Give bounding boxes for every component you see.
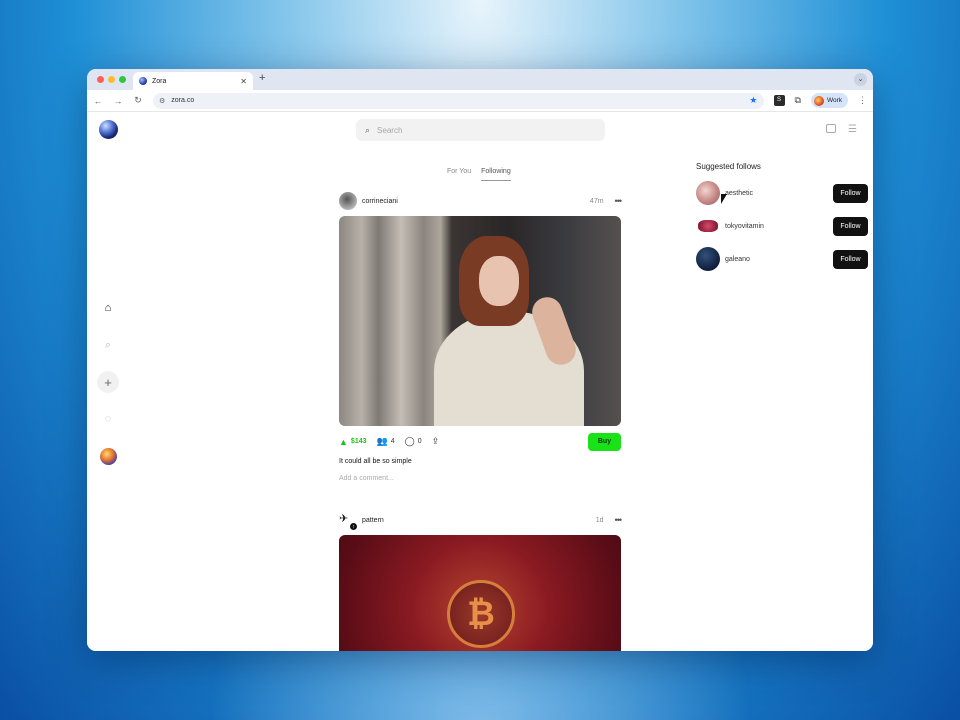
post-actions: ▲ $143 👥 4 ◯ 0 ⇪ Buy (339, 429, 621, 454)
new-tab-button[interactable]: + (259, 72, 265, 84)
post-author-name[interactable]: corrineciani (362, 198, 585, 205)
zora-logo-icon[interactable] (99, 120, 118, 139)
close-window-button[interactable] (97, 76, 104, 83)
share-button[interactable]: ⇪ (432, 436, 440, 447)
bitcoin-icon: ₿ (447, 580, 515, 648)
profile-avatar (813, 95, 824, 106)
feed-tabs: For You Following (447, 168, 511, 181)
feed-post: corrineciani 47m ••• ▲ $143 👥 4 ◯ 0 ⇪ Bu… (339, 191, 623, 482)
upvote-button[interactable]: ▲ $143 (339, 437, 367, 447)
create-plus-icon[interactable]: + (97, 371, 119, 393)
post-author-avatar[interactable]: ✈ ↑ (339, 511, 358, 531)
menu-hamburger-icon[interactable]: ☰ (848, 124, 857, 135)
share-icon: ⇪ (431, 436, 440, 446)
comment-input[interactable]: Add a comment... (339, 475, 621, 482)
forward-arrow-icon[interactable]: → (113, 96, 123, 106)
follow-button[interactable]: Follow (833, 249, 868, 269)
search-input[interactable]: ⌕ Search (356, 119, 605, 141)
extensions-puzzle-icon[interactable]: ⧉ (795, 95, 801, 106)
post-author-avatar[interactable] (339, 192, 357, 210)
tab-close-icon[interactable]: ✕ (240, 77, 247, 86)
comments-button[interactable]: ◯ 0 (405, 436, 422, 447)
feed-post: ✈ ↑ pattern 1d ••• ₿ (339, 510, 623, 651)
upvote-value: $143 (350, 438, 367, 445)
site-settings-icon[interactable]: ⚙ (159, 97, 165, 105)
suggested-user: galeano Follow (696, 247, 868, 271)
back-arrow-icon[interactable]: ← (93, 96, 103, 106)
zora-page: ⌕ Search ☰ ⌂ ⌕ + ◌ For You Following cor… (87, 112, 873, 651)
follow-button[interactable]: Follow (833, 183, 868, 203)
wallet-icon[interactable] (826, 124, 837, 133)
post-timestamp: 47m (589, 197, 604, 205)
minimize-window-button[interactable] (108, 76, 115, 83)
comment-bubble-icon: ◯ (404, 436, 415, 446)
comments-count: 0 (417, 438, 422, 445)
suggested-user-name[interactable]: tokyovitamin (725, 223, 828, 230)
search-placeholder: Search (377, 125, 403, 135)
top-right-actions: ☰ (826, 124, 857, 135)
home-icon[interactable]: ⌂ (97, 297, 119, 319)
suggested-user-avatar[interactable] (696, 214, 720, 238)
post-image[interactable]: ₿ (339, 535, 621, 651)
url-text: zora.co (171, 97, 195, 104)
follow-button[interactable]: Follow (833, 216, 868, 236)
reload-icon[interactable]: ↻ (133, 95, 143, 106)
browser-tab[interactable]: Zora ✕ (133, 72, 253, 90)
suggested-user-avatar[interactable] (696, 181, 720, 205)
suggested-user-name[interactable]: aesthetic (725, 190, 828, 197)
tab-strip: Zora ✕ + ⌄ (87, 69, 873, 90)
left-nav: ⌂ ⌕ + ◌ (97, 297, 119, 482)
extension-icon[interactable]: S (773, 95, 785, 106)
tab-title: Zora (152, 77, 167, 85)
more-options-icon[interactable]: ••• (615, 196, 623, 206)
zora-favicon-icon (139, 77, 147, 85)
mouse-cursor-icon (721, 194, 727, 204)
post-header: ✈ ↑ pattern 1d ••• (339, 510, 623, 531)
suggested-user: tokyovitamin Follow (696, 214, 868, 238)
notifications-bell-icon[interactable]: ◌ (97, 408, 119, 430)
collectors-count: 4 (390, 438, 395, 445)
browser-window: Zora ✕ + ⌄ ← → ↻ ⚙ zora.co ★ S ⧉ Work ⋮ … (87, 69, 873, 651)
browser-menu-icon[interactable]: ⋮ (858, 95, 867, 106)
suggested-user-avatar[interactable] (696, 247, 720, 271)
profile-label: Work (826, 97, 842, 104)
post-header: corrineciani 47m ••• (339, 191, 623, 211)
post-author-name[interactable]: pattern (362, 517, 591, 524)
maximize-window-button[interactable] (119, 76, 126, 83)
suggested-user-name[interactable]: galeano (725, 256, 828, 263)
collectors-button[interactable]: 👥 4 (377, 436, 395, 447)
profile-nav-item[interactable] (97, 445, 119, 467)
up-triangle-icon: ▲ (339, 436, 348, 447)
post-image[interactable] (339, 216, 621, 426)
browser-toolbar: ← → ↻ ⚙ zora.co ★ S ⧉ Work ⋮ (87, 90, 873, 112)
address-bar[interactable]: ⚙ zora.co ★ (153, 92, 764, 109)
post-timestamp: 1d (595, 516, 604, 524)
tab-for-you[interactable]: For You (447, 168, 471, 181)
image-figure-face (479, 256, 519, 306)
suggested-follows: Suggested follows aesthetic Follow tokyo… (696, 162, 868, 280)
explore-search-icon[interactable]: ⌕ (97, 334, 119, 356)
suggested-follows-title: Suggested follows (696, 162, 761, 171)
buy-button[interactable]: Buy (588, 432, 621, 451)
tab-search-chevron-icon[interactable]: ⌄ (854, 73, 867, 86)
profile-chip[interactable]: Work (810, 93, 848, 108)
tab-following[interactable]: Following (481, 168, 511, 181)
search-icon: ⌕ (365, 124, 371, 135)
people-icon: 👥 (376, 436, 388, 446)
bookmark-star-icon[interactable]: ★ (749, 95, 757, 106)
verified-badge-icon: ↑ (349, 522, 358, 531)
user-avatar (99, 447, 117, 465)
more-options-icon[interactable]: ••• (615, 515, 623, 525)
post-caption: It could all be so simple (339, 458, 412, 465)
